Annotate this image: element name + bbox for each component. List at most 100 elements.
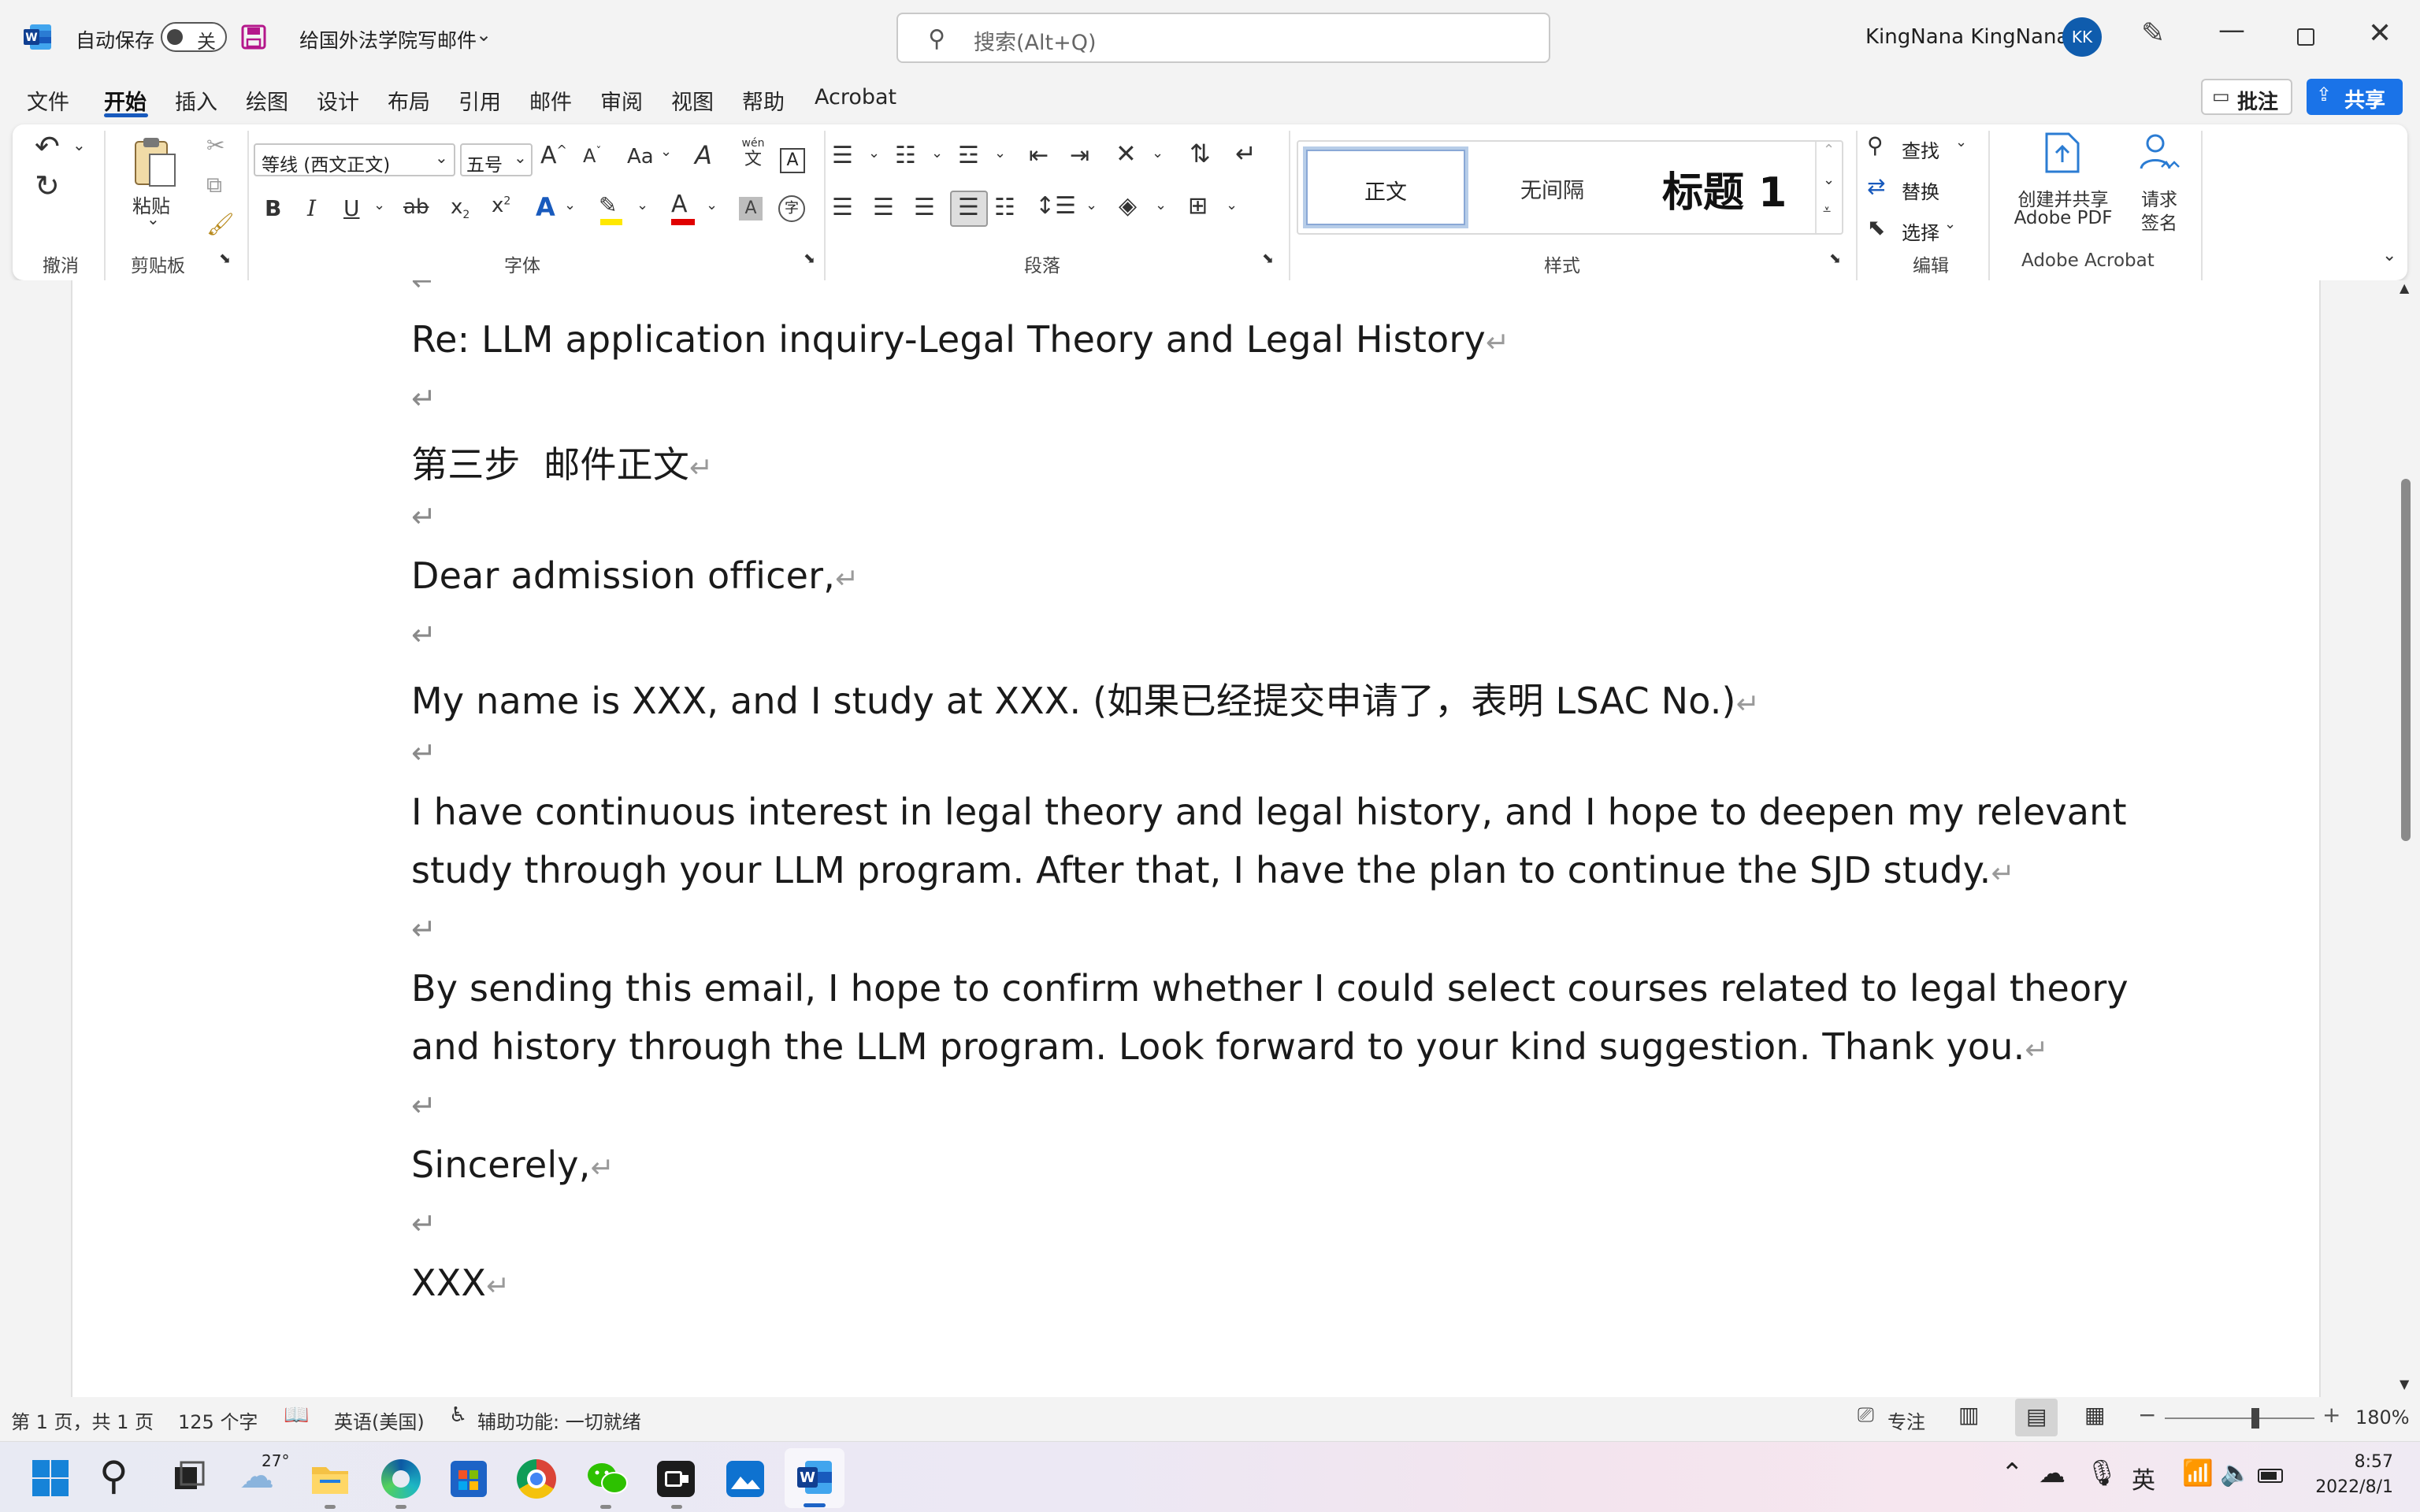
tab-acrobat[interactable]: Acrobat xyxy=(815,85,896,109)
windows-start-icon[interactable] xyxy=(32,1459,69,1497)
onedrive-icon[interactable]: ☁ xyxy=(2039,1458,2066,1489)
zoom-slider[interactable] xyxy=(2165,1408,2314,1429)
tab-draw[interactable]: 绘图 xyxy=(246,85,288,116)
font-color-icon[interactable]: A xyxy=(671,191,696,227)
chevron-up-icon[interactable]: ⌃ xyxy=(1823,142,1835,158)
chevron-down-icon[interactable]: ⌄ xyxy=(1955,134,1967,150)
chevron-down-icon[interactable]: ⌄ xyxy=(564,197,576,213)
wechat-icon[interactable] xyxy=(586,1461,629,1497)
save-icon[interactable] xyxy=(241,24,266,50)
format-painter-icon[interactable]: 🖌 xyxy=(206,211,235,237)
show-hidden-icons-icon[interactable]: ⌃ xyxy=(2001,1458,2024,1489)
document-title[interactable]: 给国外法学院写邮件 xyxy=(299,25,477,54)
zoom-in-icon[interactable]: + xyxy=(2322,1402,2340,1428)
zoom-level[interactable]: 180% xyxy=(2355,1406,2410,1429)
vertical-scrollbar[interactable]: ▲ ▼ xyxy=(2395,280,2417,1397)
web-layout-icon[interactable]: ▦ xyxy=(2084,1402,2105,1428)
paste-dropdown-icon[interactable]: ⌄ xyxy=(147,209,160,228)
gallery-more-icon[interactable]: ⩡ xyxy=(1823,202,1831,218)
decrease-indent-icon[interactable]: ⇤ xyxy=(1029,142,1049,169)
grow-font-icon[interactable]: A^ xyxy=(540,142,567,169)
subscript-icon[interactable]: x2 xyxy=(451,195,470,221)
photos-icon[interactable] xyxy=(726,1461,764,1497)
tab-help[interactable]: 帮助 xyxy=(742,85,785,116)
camera-app-icon[interactable] xyxy=(657,1461,695,1497)
scroll-down-icon[interactable]: ▼ xyxy=(2400,1377,2409,1392)
align-left-icon[interactable]: ☰ xyxy=(832,194,853,221)
styles-launcher-icon[interactable]: ⬊ xyxy=(1829,250,1841,267)
tab-mailings[interactable]: 邮件 xyxy=(529,85,572,116)
justify-button[interactable]: ☰ xyxy=(950,191,988,227)
proofing-icon[interactable]: 📖 xyxy=(284,1403,309,1427)
undo-dropdown-icon[interactable]: ⌄ xyxy=(72,135,86,154)
strikethrough-icon[interactable]: ab xyxy=(403,195,429,219)
change-case-icon[interactable]: Aa xyxy=(627,145,654,169)
enclose-characters-icon[interactable]: 字 xyxy=(778,195,805,222)
italic-icon[interactable]: I xyxy=(307,195,316,221)
task-view-icon[interactable] xyxy=(172,1461,205,1494)
title-chevron-down-icon[interactable]: ⌄ xyxy=(476,24,492,46)
tab-design[interactable]: 设计 xyxy=(317,85,359,116)
word-count[interactable]: 125 个字 xyxy=(178,1406,258,1434)
chevron-down-icon[interactable]: ⌄ xyxy=(660,143,672,160)
request-signature-button[interactable]: 请求 签名 xyxy=(2132,129,2187,247)
search-box[interactable]: ⚲ 搜索(Alt+Q) xyxy=(896,13,1550,63)
font-launcher-icon[interactable]: ⬊ xyxy=(804,250,815,267)
borders-icon[interactable]: ⊞ xyxy=(1188,192,1208,220)
accessibility-status[interactable]: 辅助功能: 一切就绪 xyxy=(477,1406,641,1434)
zoom-out-icon[interactable]: − xyxy=(2138,1402,2156,1428)
copy-icon[interactable]: ⧉ xyxy=(206,172,222,198)
collapse-ribbon-icon[interactable]: ⌄ xyxy=(2382,246,2396,265)
tab-references[interactable]: 引用 xyxy=(458,85,501,116)
focus-icon[interactable]: ⎚ xyxy=(1858,1403,1874,1428)
language[interactable]: 英语(美国) xyxy=(334,1406,425,1434)
find-label[interactable]: 查找 xyxy=(1902,135,1939,163)
text-effects-icon[interactable]: A xyxy=(536,192,555,222)
numbering-icon[interactable]: ☷ xyxy=(895,142,916,169)
chevron-down-icon[interactable]: ⌄ xyxy=(1152,145,1164,161)
chevron-down-icon[interactable]: ⌄ xyxy=(868,145,880,161)
share-button[interactable]: ⇪ 共享 xyxy=(2307,79,2403,115)
character-shading-icon[interactable]: A xyxy=(739,197,763,220)
pen-icon[interactable]: ✎ xyxy=(2141,17,2165,50)
read-mode-icon[interactable]: ▥ xyxy=(1958,1402,1979,1428)
file-explorer-icon[interactable] xyxy=(310,1462,350,1495)
chevron-down-icon[interactable]: ⌄ xyxy=(1823,172,1835,188)
replace-icon[interactable]: ⇄ xyxy=(1867,173,1885,199)
search-icon[interactable]: ⚲ xyxy=(99,1453,128,1499)
create-share-pdf-button[interactable]: 创建并共享 Adobe PDF xyxy=(2002,129,2124,247)
find-icon[interactable]: ⚲ xyxy=(1867,132,1884,158)
chevron-down-icon[interactable]: ⌄ xyxy=(994,145,1006,161)
document-text[interactable]: ↵ Re: LLM application inquiry-Legal Theo… xyxy=(0,280,2420,1397)
superscript-icon[interactable]: x2 xyxy=(492,194,510,217)
wifi-icon[interactable]: 📶 xyxy=(2182,1458,2214,1488)
chevron-down-icon[interactable]: ⌄ xyxy=(1086,197,1097,213)
minimize-icon[interactable]: — xyxy=(2218,14,2245,46)
asian-layout-icon[interactable]: ✕ xyxy=(1115,139,1137,169)
scrollbar-thumb[interactable] xyxy=(2401,479,2411,841)
select-label[interactable]: 选择 xyxy=(1902,217,1939,245)
chevron-down-icon[interactable]: ⌄ xyxy=(931,145,943,161)
autosave-toggle[interactable]: 关 xyxy=(161,22,227,53)
tab-insert[interactable]: 插入 xyxy=(175,85,217,116)
clear-formatting-icon[interactable]: A xyxy=(695,140,712,170)
font-size-select[interactable]: 五号 ⌄ xyxy=(460,143,533,176)
shrink-font-icon[interactable]: Aˇ xyxy=(583,145,601,167)
focus-label[interactable]: 专注 xyxy=(1887,1406,1925,1434)
tab-file[interactable]: 文件 xyxy=(27,85,69,116)
restore-icon[interactable] xyxy=(2297,28,2314,46)
print-layout-button[interactable]: ▤ xyxy=(2015,1399,2058,1436)
chrome-icon[interactable] xyxy=(517,1459,556,1499)
underline-icon[interactable]: U xyxy=(343,195,360,221)
chevron-down-icon[interactable]: ⌄ xyxy=(373,197,385,213)
ime-indicator[interactable]: 英 xyxy=(2132,1461,2155,1495)
shading-icon[interactable]: ◈ xyxy=(1119,192,1137,220)
font-name-select[interactable]: 等线 (西文正文) ⌄ xyxy=(254,143,455,176)
clock[interactable]: 8:57 2022/8/1 xyxy=(2311,1450,2393,1500)
zoom-slider-thumb[interactable] xyxy=(2251,1408,2259,1429)
multilevel-list-icon[interactable]: ☲ xyxy=(958,142,979,169)
bold-icon[interactable]: B xyxy=(265,195,281,221)
style-no-spacing[interactable]: 无间隔 xyxy=(1476,146,1642,228)
phonetic-guide-icon[interactable]: wén 文 xyxy=(739,137,767,173)
chevron-down-icon[interactable]: ⌄ xyxy=(637,197,648,213)
